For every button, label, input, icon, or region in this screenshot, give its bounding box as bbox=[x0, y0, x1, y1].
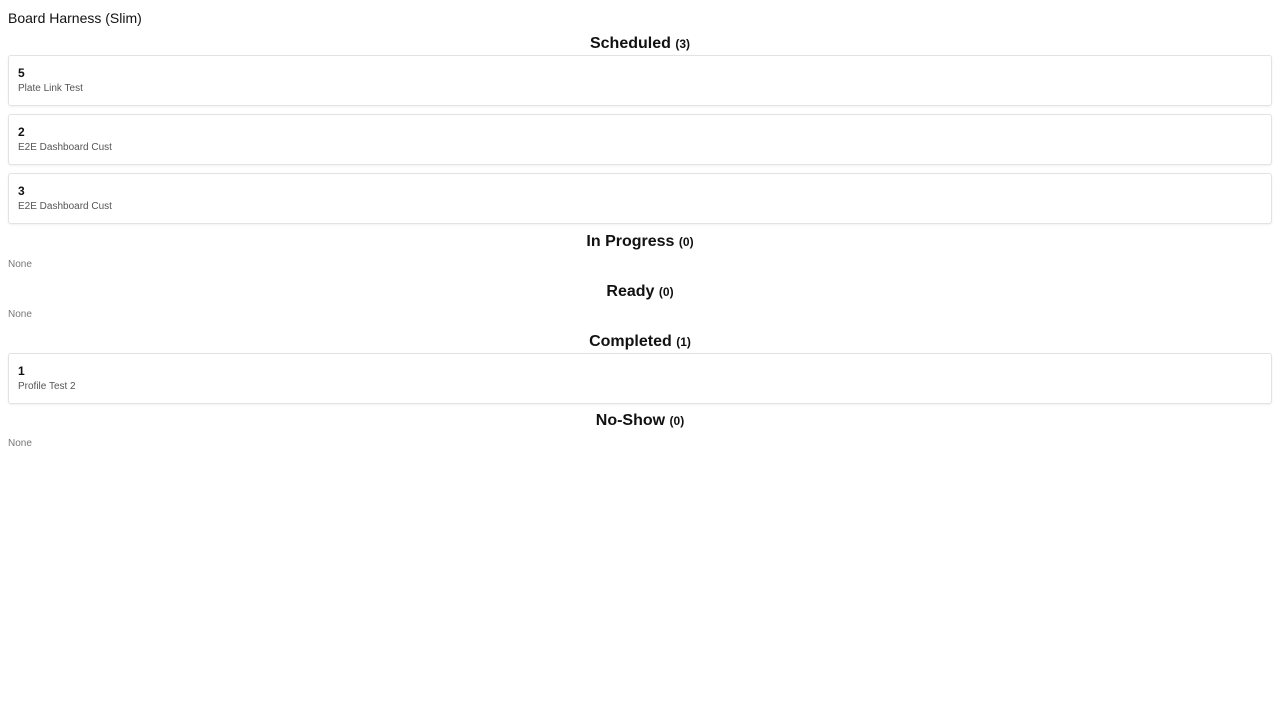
section-label: No-Show bbox=[595, 412, 666, 429]
appointment-card[interactable]: 2 E2E Dashboard Cust bbox=[8, 114, 1272, 165]
section-heading-no-show: No-Show (0) bbox=[8, 411, 1272, 431]
appointment-card[interactable]: 1 Profile Test 2 bbox=[8, 353, 1272, 404]
card-id: 5 bbox=[18, 66, 25, 80]
section-label: Scheduled bbox=[589, 35, 671, 52]
card-name: E2E Dashboard Cust bbox=[18, 201, 112, 212]
section-count: (1) bbox=[676, 335, 691, 349]
app-title: Board Harness (Slim) bbox=[8, 10, 142, 26]
section-heading-ready: Ready (0) bbox=[8, 282, 1272, 302]
section-heading-completed: Completed (1) bbox=[8, 332, 1272, 352]
section-heading-in-progress: In Progress (0) bbox=[8, 232, 1272, 252]
card-id: 3 bbox=[18, 184, 25, 198]
card-id: 1 bbox=[18, 364, 25, 378]
section-label: Completed bbox=[589, 333, 672, 350]
completed-list: 1 Profile Test 2 bbox=[8, 353, 1272, 404]
section-label: Ready bbox=[606, 283, 655, 300]
empty-state: None bbox=[8, 438, 32, 449]
section-label: In Progress bbox=[586, 233, 675, 250]
appointment-card[interactable]: 5 Plate Link Test bbox=[8, 55, 1272, 106]
card-id: 2 bbox=[18, 125, 25, 139]
section-heading-scheduled: Scheduled (3) bbox=[8, 34, 1272, 54]
section-count: (3) bbox=[675, 37, 691, 51]
card-name: Plate Link Test bbox=[18, 83, 83, 94]
appointment-card[interactable]: 3 E2E Dashboard Cust bbox=[8, 173, 1272, 224]
empty-state: None bbox=[8, 309, 32, 320]
empty-state: None bbox=[8, 259, 32, 270]
section-count: (0) bbox=[678, 235, 694, 249]
card-name: Profile Test 2 bbox=[18, 381, 76, 392]
card-name: E2E Dashboard Cust bbox=[18, 142, 112, 153]
board-page: Board Harness (Slim) Scheduled (3) 5 Pla… bbox=[0, 0, 1280, 450]
scheduled-list: 5 Plate Link Test 2 E2E Dashboard Cust 3… bbox=[8, 55, 1272, 224]
section-count: (0) bbox=[669, 414, 685, 428]
section-count: (0) bbox=[658, 285, 674, 299]
